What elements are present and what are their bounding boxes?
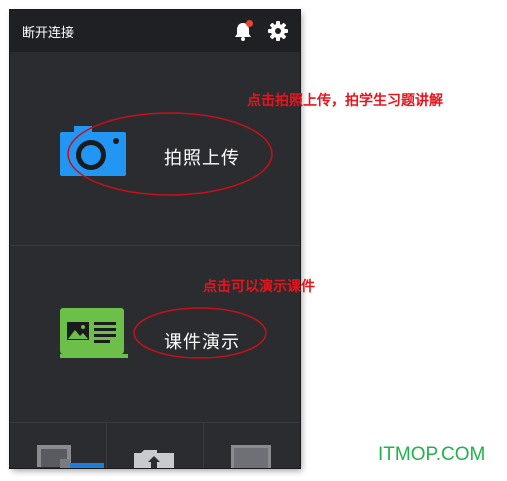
tab-devices[interactable] <box>10 423 107 468</box>
annotation-photo: 点击拍照上传，拍学生习题讲解 <box>247 93 443 109</box>
phone-screen: 断开连接 拍照上传 课件演示 <box>10 10 300 468</box>
tab-upload-folder[interactable] <box>106 423 204 468</box>
photo-upload-card[interactable]: 拍照上传 <box>10 52 300 246</box>
courseware-label: 课件演示 <box>164 332 240 353</box>
notification-badge <box>246 20 253 27</box>
annotation-courseware: 点击可以演示课件 <box>203 279 315 295</box>
bottom-toolbar <box>10 422 300 468</box>
gear-icon[interactable] <box>267 20 289 42</box>
devices-icon <box>37 445 104 468</box>
top-bar: 断开连接 <box>10 10 300 52</box>
folder-upload-icon <box>134 450 174 468</box>
photo-upload-label: 拍照上传 <box>164 148 240 169</box>
camera-icon <box>60 124 126 176</box>
disconnect-button[interactable]: 断开连接 <box>22 22 74 41</box>
tab-laptop[interactable] <box>203 423 300 468</box>
courseware-card[interactable]: 课件演示 <box>10 246 300 431</box>
laptop-icon <box>231 445 271 468</box>
bell-icon[interactable] <box>232 20 254 42</box>
watermark: ITMOP.COM <box>378 444 486 465</box>
slideshow-icon <box>58 308 128 364</box>
